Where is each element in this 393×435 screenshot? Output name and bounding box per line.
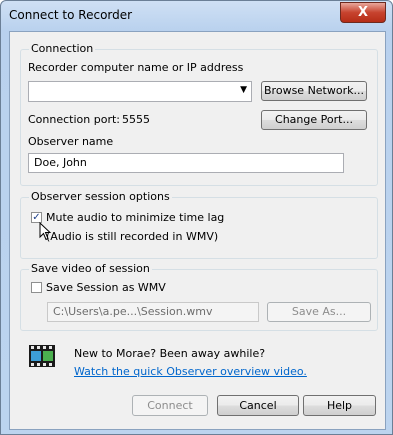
close-icon: X [357, 5, 369, 20]
overview-video-link[interactable]: Watch the quick Observer overview video. [74, 365, 307, 378]
close-button[interactable]: X [340, 2, 386, 23]
port-value: 5555 [122, 113, 150, 126]
help-button[interactable]: Help [303, 395, 376, 416]
save-wmv-checkbox[interactable] [31, 282, 42, 293]
recorder-label: Recorder computer name or IP address [28, 61, 244, 74]
save-as-button[interactable]: Save As... [267, 302, 371, 322]
mute-audio-label[interactable]: Mute audio to minimize time lag [46, 211, 224, 224]
port-label: Connection port: [28, 113, 120, 126]
save-video-legend: Save video of session [29, 262, 152, 275]
mouse-cursor-icon [39, 222, 52, 241]
connect-button[interactable]: Connect [132, 395, 208, 416]
film-strip-icon [29, 345, 55, 367]
session-options-legend: Observer session options [29, 190, 172, 203]
connection-legend: Connection [29, 42, 96, 55]
title-bar: Connect to Recorder X [1, 1, 392, 31]
browse-network-button[interactable]: Browse Network... [261, 81, 367, 101]
mute-audio-note: (Audio is still recorded in WMV) [46, 230, 219, 243]
observer-name-input[interactable]: Doe, John [28, 153, 344, 173]
dialog-title: Connect to Recorder [9, 8, 133, 22]
recorder-combobox[interactable]: ▼ [28, 81, 252, 102]
dialog-window: Connect to Recorder X Connection Recorde… [0, 0, 393, 435]
promo-text: New to Morae? Been away awhile? [74, 347, 266, 360]
save-path-input[interactable]: C:\Users\a.pe...\Session.wmv [47, 302, 259, 322]
change-port-button[interactable]: Change Port... [261, 110, 367, 130]
dialog-body: Connection Recorder computer name or IP … [9, 31, 386, 430]
save-wmv-label[interactable]: Save Session as WMV [46, 281, 166, 294]
dropdown-arrow-icon[interactable]: ▼ [240, 85, 247, 95]
cancel-button[interactable]: Cancel [217, 395, 299, 416]
session-options-group: Observer session options [20, 190, 378, 259]
observer-label: Observer name [28, 135, 114, 148]
